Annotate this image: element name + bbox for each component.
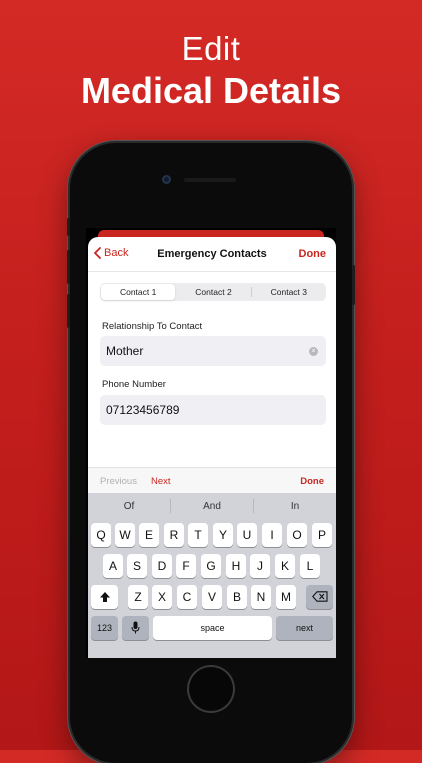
keyboard-row-1: Q W E R T Y U I O P [88, 523, 336, 547]
numbers-key[interactable]: 123 [91, 616, 118, 640]
key[interactable]: C [177, 585, 197, 609]
headline-line-2: Medical Details [80, 70, 342, 111]
key[interactable]: L [300, 554, 320, 578]
key[interactable]: H [226, 554, 246, 578]
modal-sheet: Back Emergency Contacts Done Contact 1 C… [88, 237, 336, 658]
key[interactable]: Y [213, 523, 233, 547]
relationship-label: Relationship To Contact [102, 321, 203, 332]
done-button[interactable]: Done [299, 248, 327, 260]
key[interactable]: E [139, 523, 159, 547]
segment-contact-1[interactable]: Contact 1 [101, 284, 176, 300]
keyboard-row-2: A S D F G H J K L [88, 554, 336, 578]
keyboard: Of And In Q W E R T Y U I O P A S D F G … [88, 493, 336, 658]
navigation-bar: Back Emergency Contacts Done [88, 237, 336, 272]
relationship-value: Mother [106, 344, 144, 358]
key[interactable]: G [201, 554, 221, 578]
key[interactable]: W [115, 523, 135, 547]
key[interactable]: X [152, 585, 172, 609]
key[interactable]: B [227, 585, 247, 609]
next-field-button[interactable]: Next [151, 476, 171, 487]
key[interactable]: F [176, 554, 196, 578]
key[interactable]: R [164, 523, 184, 547]
headline-line-1: Edit [181, 30, 241, 67]
accessory-done-button[interactable]: Done [300, 476, 324, 487]
key[interactable]: P [312, 523, 332, 547]
next-key[interactable]: next [276, 616, 333, 640]
phone-mute-switch [67, 218, 70, 236]
key[interactable]: T [188, 523, 208, 547]
home-button[interactable] [189, 667, 233, 711]
clear-text-icon[interactable]: × [309, 347, 318, 356]
phone-volume-up [67, 250, 70, 284]
previous-field-button[interactable]: Previous [100, 476, 137, 487]
phone-number-value: 07123456789 [106, 403, 180, 417]
key[interactable]: U [237, 523, 257, 547]
keyboard-row-3: Z X C V B N M [88, 585, 336, 609]
suggestion[interactable]: And [171, 501, 253, 512]
phone-screen: Back Emergency Contacts Done Contact 1 C… [86, 228, 336, 658]
key[interactable]: J [250, 554, 270, 578]
space-key[interactable]: space [153, 616, 272, 640]
contact-segmented-control: Contact 1 Contact 2 Contact 3 [100, 283, 326, 301]
key[interactable]: S [127, 554, 147, 578]
key[interactable]: O [287, 523, 307, 547]
phone-number-field[interactable]: 07123456789 [100, 395, 326, 425]
shift-arrow-icon [99, 592, 110, 602]
key[interactable]: M [276, 585, 296, 609]
backspace-icon [311, 591, 328, 602]
delete-key[interactable] [306, 585, 333, 609]
key[interactable]: K [275, 554, 295, 578]
dictation-key[interactable] [122, 616, 149, 640]
phone-volume-down [67, 294, 70, 328]
segment-contact-3[interactable]: Contact 3 [252, 283, 326, 301]
marketing-headline: Edit Medical Details [0, 30, 422, 112]
phone-power-button [352, 265, 355, 305]
relationship-field[interactable]: Mother × [100, 336, 326, 366]
key[interactable]: Q [91, 523, 111, 547]
keyboard-accessory-bar: Previous Next Done [88, 467, 336, 494]
front-camera [162, 175, 171, 184]
suggestion[interactable]: In [254, 501, 336, 512]
shift-key[interactable] [91, 585, 118, 609]
keyboard-row-4: 123 space next [88, 616, 336, 640]
key[interactable]: Z [128, 585, 148, 609]
earpiece-speaker [184, 178, 236, 182]
phone-number-label: Phone Number [102, 379, 166, 390]
segment-contact-2[interactable]: Contact 2 [176, 283, 250, 301]
key[interactable]: A [103, 554, 123, 578]
microphone-icon [131, 621, 140, 634]
predictive-bar: Of And In [88, 493, 336, 519]
key[interactable]: N [251, 585, 271, 609]
key[interactable]: V [202, 585, 222, 609]
key[interactable]: I [262, 523, 282, 547]
key[interactable]: D [152, 554, 172, 578]
suggestion[interactable]: Of [88, 501, 170, 512]
